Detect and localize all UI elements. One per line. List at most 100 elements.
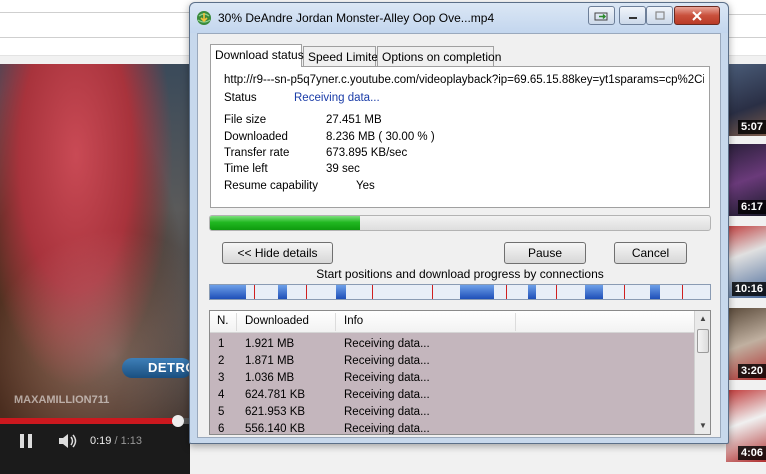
- connection-segment: [336, 285, 346, 299]
- close-icon: [675, 7, 719, 24]
- table-row[interactable]: 4 624.781 KB Receiving data...: [210, 387, 694, 404]
- current-time: 0:19: [90, 435, 112, 447]
- tab-options-on-completion[interactable]: Options on completion: [377, 46, 501, 66]
- minimize-icon: [620, 7, 645, 24]
- scrollbar-thumb[interactable]: [697, 329, 709, 353]
- player-scrubber-handle[interactable]: [172, 415, 184, 427]
- cell-n: 3: [218, 372, 225, 384]
- video-duration: 6:17: [737, 200, 766, 214]
- cell-info: Receiving data...: [344, 389, 430, 401]
- column-header-downloaded[interactable]: Downloaded: [245, 315, 309, 327]
- cell-info: Receiving data...: [344, 423, 430, 435]
- total-duration: / 1:13: [114, 435, 143, 447]
- window-client-area: Download status Speed Limiter Options on…: [197, 33, 721, 438]
- scroll-down-icon[interactable]: ▼: [695, 418, 710, 434]
- connection-segment: [650, 285, 660, 299]
- related-video-thumb[interactable]: 5:07: [726, 64, 766, 136]
- video-duration: 3:20: [737, 364, 766, 378]
- cell-downloaded: 621.953 KB: [245, 406, 306, 418]
- transfer-rate-label: Transfer rate: [224, 147, 290, 159]
- related-video-thumb[interactable]: 10:16: [726, 226, 766, 298]
- video-duration: 4:06: [737, 446, 766, 460]
- video-player[interactable]: DETRO MAXAMILLION711: [0, 64, 190, 428]
- related-video-thumb[interactable]: 4:06: [726, 390, 766, 462]
- player-progress-bar[interactable]: [0, 415, 190, 427]
- cell-info: Receiving data...: [344, 372, 430, 384]
- related-videos-column: 5:07 6:17 10:16 3:20 4:06: [726, 60, 766, 474]
- file-size-value: 27.451 MB: [326, 114, 382, 126]
- cell-n: 2: [218, 355, 225, 367]
- related-video-thumb[interactable]: 3:20: [726, 308, 766, 380]
- maximize-button[interactable]: [646, 6, 673, 25]
- cell-downloaded: 556.140 KB: [245, 423, 306, 435]
- scroll-up-icon[interactable]: ▲: [695, 311, 710, 327]
- status-value: Receiving data...: [294, 92, 380, 104]
- pause-button[interactable]: Pause: [504, 242, 586, 264]
- column-header-info[interactable]: Info: [344, 315, 363, 327]
- table-row[interactable]: 1 1.921 MB Receiving data...: [210, 336, 694, 353]
- video-watermark: MAXAMILLION711: [14, 394, 110, 406]
- related-video-thumb[interactable]: 6:17: [726, 144, 766, 216]
- download-progress-window: 30% DeAndre Jordan Monster-Alley Oop Ove…: [189, 2, 729, 444]
- connections-table: N. Downloaded Info 1 1.921 MB Receiving …: [209, 310, 711, 435]
- tab-speed-limiter[interactable]: Speed Limiter: [303, 46, 382, 66]
- transfer-rate-value: 673.895 KB/sec: [326, 147, 408, 159]
- cell-n: 4: [218, 389, 225, 401]
- background-search-box[interactable]: [0, 12, 190, 38]
- globe-download-icon: [196, 10, 212, 26]
- player-time: 0:19 / 1:13: [90, 435, 142, 447]
- cell-n: 1: [218, 338, 225, 350]
- connection-segment: [210, 285, 246, 299]
- cell-info: Receiving data...: [344, 355, 430, 367]
- cell-n: 5: [218, 406, 225, 418]
- cell-downloaded: 1.871 MB: [245, 355, 295, 367]
- table-row[interactable]: 5 621.953 KB Receiving data...: [210, 404, 694, 421]
- cell-info: Receiving data...: [344, 338, 430, 350]
- video-duration: 10:16: [731, 282, 766, 296]
- status-label: Status: [224, 92, 257, 104]
- connection-segment: [460, 285, 494, 299]
- time-left-value: 39 sec: [326, 163, 360, 175]
- score-overlay: DETRO: [122, 358, 190, 378]
- connections-caption: Start positions and download progress by…: [316, 267, 604, 281]
- connection-segment: [528, 285, 536, 299]
- title-bar[interactable]: 30% DeAndre Jordan Monster-Alley Oop Ove…: [190, 3, 728, 33]
- table-row[interactable]: 6 556.140 KB Receiving data...: [210, 421, 694, 435]
- close-button[interactable]: [674, 6, 720, 25]
- arrow-right-icon: [589, 7, 614, 24]
- download-progress-bar: [209, 215, 711, 231]
- cancel-button[interactable]: Cancel: [614, 242, 687, 264]
- pause-icon[interactable]: [20, 434, 34, 448]
- download-progress-fill: [210, 216, 360, 230]
- connections-table-header: N. Downloaded Info: [210, 311, 694, 333]
- resume-capability-label: Resume capability: [224, 180, 318, 192]
- hide-details-button[interactable]: << Hide details: [222, 242, 333, 264]
- table-scrollbar[interactable]: ▲ ▼: [694, 311, 710, 434]
- cell-info: Receiving data...: [344, 406, 430, 418]
- minimize-button[interactable]: [619, 6, 646, 25]
- table-row[interactable]: 3 1.036 MB Receiving data...: [210, 370, 694, 387]
- downloaded-value: 8.236 MB ( 30.00 % ): [326, 131, 435, 143]
- connections-progress-bar: [209, 284, 711, 300]
- video-duration: 5:07: [737, 120, 766, 134]
- cell-downloaded: 1.036 MB: [245, 372, 295, 384]
- downloaded-label: Downloaded: [224, 131, 288, 143]
- resume-capability-value: Yes: [356, 180, 375, 192]
- cell-downloaded: 624.781 KB: [245, 389, 306, 401]
- time-left-label: Time left: [224, 163, 268, 175]
- table-row[interactable]: 2 1.871 MB Receiving data...: [210, 353, 694, 370]
- player-controls: 0:19 / 1:13: [0, 415, 190, 474]
- connection-segment: [278, 285, 287, 299]
- background-search-button[interactable]: [726, 14, 766, 38]
- cell-n: 6: [218, 423, 225, 435]
- connection-segment: [585, 285, 603, 299]
- volume-icon[interactable]: [58, 433, 78, 449]
- window-title: 30% DeAndre Jordan Monster-Alley Oop Ove…: [218, 11, 495, 25]
- file-size-label: File size: [224, 114, 267, 126]
- download-url: http://r9---sn-p5q7yner.c.youtube.com/vi…: [224, 74, 704, 86]
- tab-download-status[interactable]: Download status: [210, 44, 304, 67]
- column-header-n[interactable]: N.: [217, 315, 229, 327]
- move-to-tray-button[interactable]: [588, 6, 615, 25]
- maximize-icon: [647, 7, 672, 24]
- cell-downloaded: 1.921 MB: [245, 338, 295, 350]
